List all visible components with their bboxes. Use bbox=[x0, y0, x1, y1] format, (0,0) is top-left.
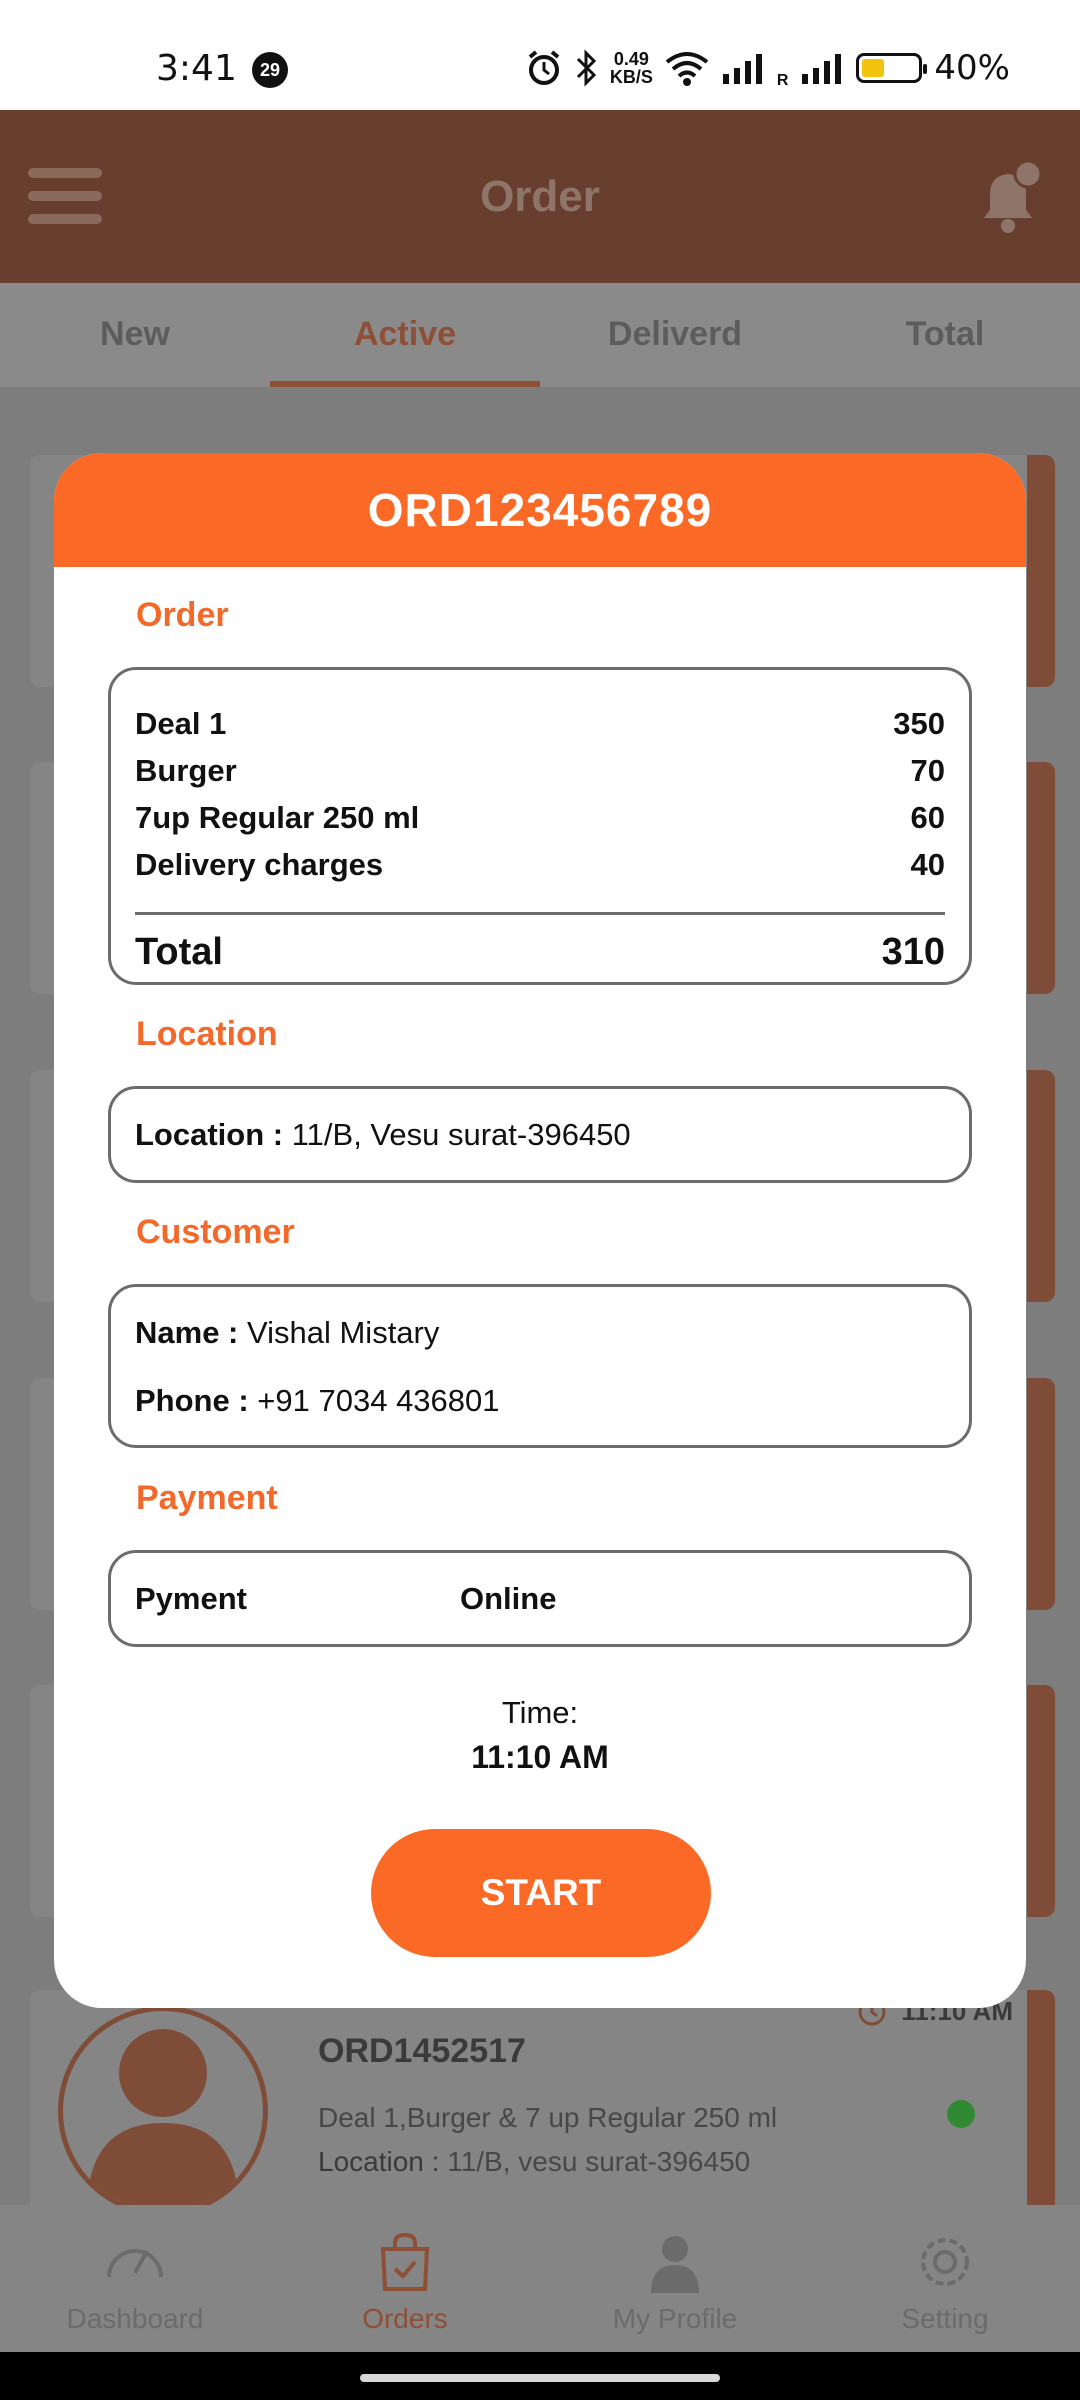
customer-phone-line[interactable]: Phone : +91 7034 436801 bbox=[135, 1381, 945, 1437]
customer-section-title: Customer bbox=[136, 1213, 295, 1251]
bluetooth-icon bbox=[576, 49, 596, 87]
status-icons: 0.49 KB/S R 40% bbox=[526, 46, 1010, 90]
status-time: 3:41 bbox=[156, 48, 237, 89]
start-button[interactable]: START bbox=[371, 1829, 711, 1957]
nav-orders[interactable]: Orders bbox=[270, 2205, 540, 2352]
tab-total[interactable]: Total bbox=[810, 283, 1080, 387]
divider bbox=[135, 912, 945, 915]
order-tabs: New Active Deliverd Total bbox=[0, 283, 1080, 387]
location-line: Location : 11/B, Vesu surat-396450 bbox=[135, 1116, 631, 1152]
time-label: Time: bbox=[501, 1695, 579, 1730]
order-total-row: Total 310 bbox=[135, 931, 945, 973]
order-item-row: Deal 1 350 bbox=[135, 705, 945, 741]
orders-icon bbox=[380, 2232, 430, 2291]
location-section-title: Location bbox=[136, 1015, 278, 1053]
dashboard-icon bbox=[107, 2249, 163, 2278]
page-title: Order bbox=[480, 172, 600, 221]
location-box: Location : 11/B, Vesu surat-396450 bbox=[108, 1086, 972, 1183]
payment-box: Pyment Online bbox=[108, 1550, 972, 1647]
nav-dashboard[interactable]: Dashboard bbox=[0, 2205, 270, 2352]
payment-label: Pyment bbox=[135, 1580, 247, 1616]
order-section-title: Order bbox=[136, 596, 229, 634]
gesture-bar bbox=[0, 2352, 1080, 2400]
roaming-label: R bbox=[776, 72, 789, 89]
wifi-icon bbox=[665, 52, 709, 86]
tab-deliverd[interactable]: Deliverd bbox=[540, 283, 810, 387]
battery-icon bbox=[856, 53, 928, 83]
customer-name-line: Name : Vishal Mistary bbox=[135, 1315, 440, 1350]
notification-count-badge: 29 bbox=[252, 52, 288, 88]
signal-icon-2 bbox=[802, 54, 842, 84]
nav-my-profile[interactable]: My Profile bbox=[540, 2205, 810, 2352]
nav-setting[interactable]: Setting bbox=[810, 2205, 1080, 2352]
notification-bell-icon[interactable] bbox=[972, 160, 1044, 240]
online-status-dot bbox=[947, 2100, 975, 2128]
order-item-row: Burger 70 bbox=[135, 752, 945, 788]
order-location: Location : 11/B, vesu surat-396450 bbox=[318, 2146, 751, 2177]
network-speed: 0.49 KB/S bbox=[609, 49, 653, 87]
alarm-icon bbox=[528, 50, 560, 85]
profile-icon bbox=[651, 2236, 699, 2293]
payment-value: Online bbox=[460, 1580, 557, 1616]
settings-icon bbox=[921, 2238, 969, 2286]
status-bar: 3:41 29 0.49 KB/S R 40% bbox=[0, 0, 1080, 110]
user-icon bbox=[87, 2029, 239, 2205]
order-items: Deal 1,Burger & 7 up Regular 250 ml bbox=[318, 2102, 778, 2133]
battery-percentage: 40% bbox=[934, 48, 1010, 88]
avatar bbox=[58, 2006, 268, 2205]
tab-new[interactable]: New bbox=[0, 283, 270, 387]
time-value: 11:10 AM bbox=[471, 1739, 609, 1775]
tab-active[interactable]: Active bbox=[270, 283, 540, 387]
order-item-row: Delivery charges 40 bbox=[135, 846, 945, 882]
signal-icon bbox=[722, 54, 762, 84]
modal-order-id: ORD123456789 bbox=[54, 453, 1026, 567]
order-item-row: 7up Regular 250 ml 60 bbox=[135, 799, 945, 835]
bottom-nav: Dashboard Orders My Profile Setting bbox=[0, 2205, 1080, 2352]
customer-box: Name : Vishal Mistary Phone : +91 7034 4… bbox=[108, 1284, 972, 1448]
order-detail-modal: ORD123456789 Order Deal 1 350 Burger 70 7u… bbox=[54, 453, 1026, 2008]
app-header: Order bbox=[0, 110, 1080, 283]
payment-section-title: Payment bbox=[136, 1479, 278, 1517]
order-id: ORD1452517 bbox=[318, 2032, 526, 2070]
order-items-box: Deal 1 350 Burger 70 7up Regular 250 ml 60 … bbox=[108, 667, 972, 985]
list-item[interactable]: ORD1452517 11:10 AM Deal 1,Burger & 7 up… bbox=[30, 1990, 1055, 2205]
